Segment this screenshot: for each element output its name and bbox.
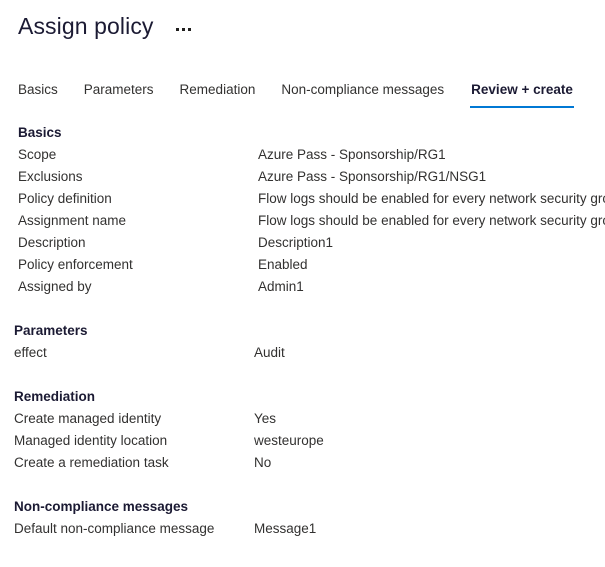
tab-remediation[interactable]: Remediation <box>180 81 256 108</box>
row-scope: Scope Azure Pass - Sponsorship/RG1 <box>18 144 605 166</box>
ellipsis-dot <box>181 27 185 31</box>
row-exclusions: Exclusions Azure Pass - Sponsorship/RG1/… <box>18 166 605 188</box>
section-basics: Basics Scope Azure Pass - Sponsorship/RG… <box>0 122 605 298</box>
label-policy-definition: Policy definition <box>18 191 112 206</box>
label-description: Description <box>18 235 86 250</box>
tab-non-compliance-messages[interactable]: Non-compliance messages <box>281 81 444 108</box>
row-description: Description Description1 <box>18 232 605 254</box>
row-effect: effect Audit <box>14 342 605 364</box>
row-policy-enforcement: Policy enforcement Enabled <box>18 254 605 276</box>
row-create-remediation-task: Create a remediation task No <box>14 452 605 474</box>
value-policy-definition: Flow logs should be enabled for every ne… <box>258 191 605 206</box>
more-commands-icon[interactable] <box>174 26 193 33</box>
label-scope: Scope <box>18 147 57 162</box>
label-exclusions: Exclusions <box>18 169 83 184</box>
value-effect: Audit <box>254 345 285 360</box>
value-exclusions: Azure Pass - Sponsorship/RG1/NSG1 <box>258 169 487 184</box>
value-create-managed-identity: Yes <box>254 411 277 426</box>
row-create-managed-identity: Create managed identity Yes <box>14 408 605 430</box>
section-remediation: Remediation Create managed identity Yes … <box>0 386 605 474</box>
label-managed-identity-location: Managed identity location <box>14 433 168 448</box>
value-description: Description1 <box>258 235 334 250</box>
row-managed-identity-location: Managed identity location westeurope <box>14 430 605 452</box>
label-effect: effect <box>14 345 47 360</box>
section-title-non-compliance-messages: Non-compliance messages <box>14 499 189 514</box>
row-assignment-name: Assignment name Flow logs should be enab… <box>18 210 605 232</box>
page-title: Assign policy <box>18 13 154 39</box>
section-title-parameters: Parameters <box>14 323 88 338</box>
value-managed-identity-location: westeurope <box>254 433 324 448</box>
section-title-basics: Basics <box>18 125 62 140</box>
label-create-managed-identity: Create managed identity <box>14 411 162 426</box>
tab-parameters[interactable]: Parameters <box>84 81 154 108</box>
label-policy-enforcement: Policy enforcement <box>18 257 133 272</box>
label-create-remediation-task: Create a remediation task <box>14 455 169 470</box>
page-header: Assign policy <box>0 0 605 42</box>
section-title-remediation: Remediation <box>14 389 96 404</box>
ellipsis-dot <box>187 27 191 31</box>
label-default-non-compliance-message: Default non-compliance message <box>14 521 215 536</box>
value-assigned-by: Admin1 <box>258 279 304 294</box>
row-default-non-compliance-message: Default non-compliance message Message1 <box>14 518 605 540</box>
value-create-remediation-task: No <box>254 455 272 470</box>
tab-basics[interactable]: Basics <box>18 81 58 108</box>
value-policy-enforcement: Enabled <box>258 257 308 272</box>
tab-review-create[interactable]: Review + create <box>470 81 574 108</box>
value-assignment-name: Flow logs should be enabled for every ne… <box>258 213 605 228</box>
row-assigned-by: Assigned by Admin1 <box>18 276 605 298</box>
label-assignment-name: Assignment name <box>18 213 127 228</box>
section-parameters: Parameters effect Audit <box>0 320 605 364</box>
review-content: Basics Scope Azure Pass - Sponsorship/RG… <box>0 108 605 540</box>
section-non-compliance-messages: Non-compliance messages Default non-comp… <box>0 496 605 540</box>
tab-bar: Basics Parameters Remediation Non-compli… <box>0 80 605 108</box>
label-assigned-by: Assigned by <box>18 279 92 294</box>
value-default-non-compliance-message: Message1 <box>254 521 317 536</box>
ellipsis-dot <box>175 27 179 31</box>
row-policy-definition: Policy definition Flow logs should be en… <box>18 188 605 210</box>
value-scope: Azure Pass - Sponsorship/RG1 <box>258 147 446 162</box>
